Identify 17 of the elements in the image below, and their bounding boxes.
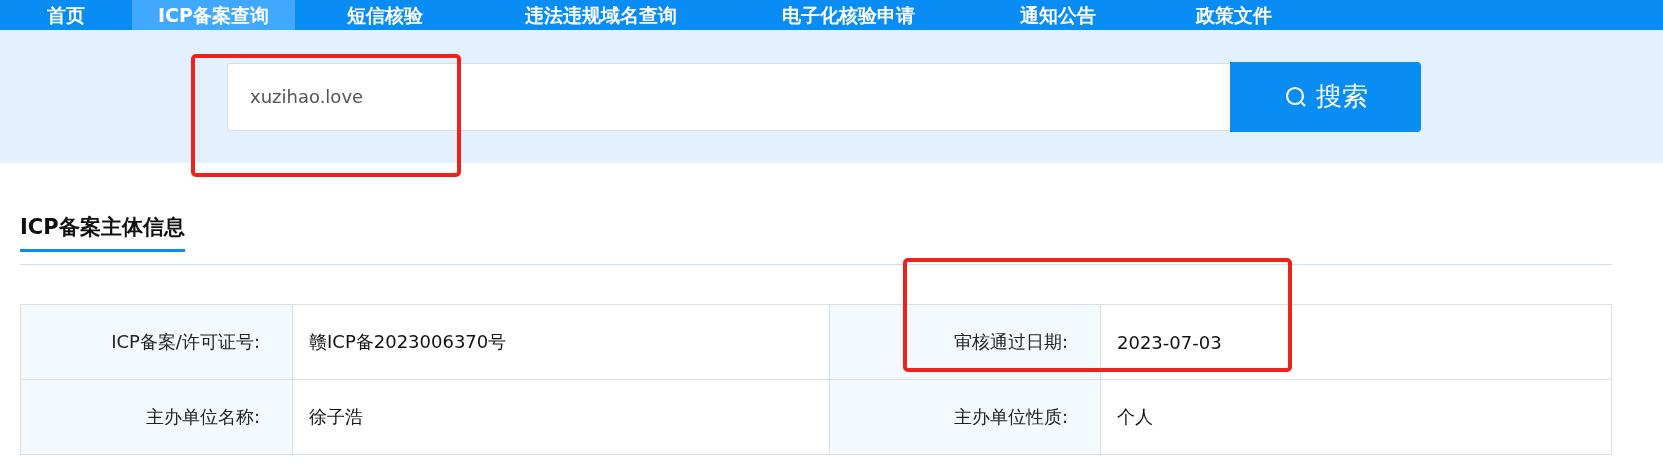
label-cell: 主办单位性质: (830, 380, 1101, 455)
search-icon (1283, 84, 1308, 109)
nav-tab[interactable]: 政策文件 (1145, 0, 1322, 30)
label-cell: ICP备案/许可证号: (21, 305, 293, 380)
nav-tab[interactable]: ICP备案查询 (132, 0, 295, 30)
label-cell: 审核通过日期: (830, 305, 1101, 380)
nav-tab[interactable]: 短信核验 (294, 0, 475, 30)
nav-tab[interactable]: 电子化核验申请 (726, 0, 970, 30)
search-button[interactable]: 搜索 (1230, 61, 1421, 132)
label-cell: 主办单位名称: (21, 380, 293, 455)
value-cell: 2023-07-03 (1101, 305, 1611, 380)
nav-tab[interactable]: 通知公告 (969, 0, 1146, 30)
section-title: ICP备案主体信息 (20, 213, 185, 252)
nav-tab[interactable]: 违法违规域名查询 (474, 0, 727, 30)
search-field[interactable]: xuzihao.love (227, 62, 1230, 131)
nav-tab[interactable]: 首页 (0, 0, 132, 30)
value-cell: 个人 (1101, 380, 1611, 455)
